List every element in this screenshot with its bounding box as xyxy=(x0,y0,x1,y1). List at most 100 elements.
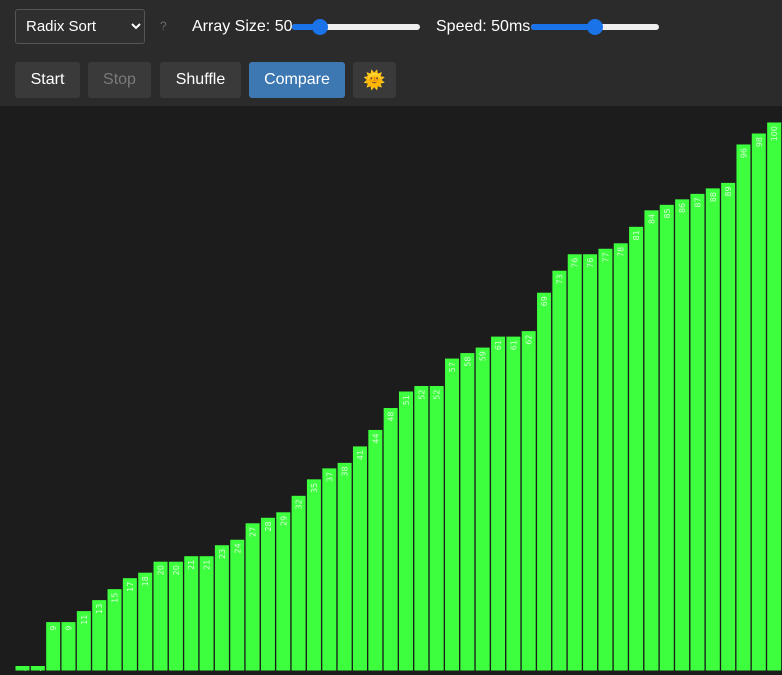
bar-value-label: 44 xyxy=(371,433,380,443)
bar xyxy=(735,143,752,672)
bar-value-label: 58 xyxy=(463,357,472,367)
bar xyxy=(367,428,384,672)
bar-value-label: 9 xyxy=(65,626,74,631)
bar-value-label: 38 xyxy=(341,466,350,476)
bar-value-label: 69 xyxy=(540,296,549,306)
bar xyxy=(474,346,491,672)
bar xyxy=(674,198,691,672)
bar-value-label: 84 xyxy=(647,214,656,224)
bar-value-label: 51 xyxy=(402,395,411,405)
speed-slider-fill xyxy=(531,24,595,30)
bar-value-label: 52 xyxy=(433,390,442,400)
stop-button[interactable]: Stop xyxy=(88,62,151,98)
bar xyxy=(689,192,706,672)
bar-value-label: 24 xyxy=(233,543,242,553)
bar xyxy=(520,330,537,672)
bar-value-label: 13 xyxy=(95,604,104,614)
bar xyxy=(244,522,261,672)
algorithm-select[interactable]: Radix Sort xyxy=(15,9,145,44)
start-button[interactable]: Start xyxy=(15,62,80,98)
bar-value-label: 98 xyxy=(755,137,764,147)
bar xyxy=(612,242,629,672)
bar xyxy=(213,544,230,672)
bar-value-label: 21 xyxy=(203,560,212,570)
bar xyxy=(229,538,246,672)
bar-value-label: 41 xyxy=(356,450,365,460)
array-size-slider[interactable] xyxy=(292,19,420,35)
bar xyxy=(505,335,522,672)
bar-value-label: 20 xyxy=(157,565,166,575)
array-size-label: Array Size: 50 xyxy=(192,18,293,35)
bar-value-label: 78 xyxy=(617,247,626,257)
theme-toggle-button[interactable]: 🌞 xyxy=(353,62,396,98)
bar xyxy=(658,203,675,672)
bar xyxy=(643,209,660,672)
bar-value-label: 61 xyxy=(494,340,503,350)
bar xyxy=(290,494,307,672)
bar-value-label: 81 xyxy=(632,230,641,240)
bar-value-label: 62 xyxy=(525,335,534,345)
bar xyxy=(398,390,414,672)
bar xyxy=(382,406,399,672)
bar xyxy=(551,269,568,672)
bar xyxy=(413,385,430,672)
bar xyxy=(490,335,507,672)
bar-chart: 1199111315171820202121232427282932353738… xyxy=(14,121,782,675)
bar-value-label: 59 xyxy=(479,351,488,361)
bar xyxy=(351,445,368,672)
bar-value-label: 86 xyxy=(678,203,687,213)
bar xyxy=(183,555,200,672)
bar-value-label: 21 xyxy=(187,560,196,570)
bar-value-label: 57 xyxy=(448,362,457,372)
bar-value-label: 89 xyxy=(724,186,733,196)
help-icon[interactable]: ? xyxy=(160,19,167,33)
bar xyxy=(536,291,553,672)
bar-value-label: 96 xyxy=(739,148,748,158)
bar xyxy=(566,253,583,672)
bar-value-label: 61 xyxy=(509,340,518,350)
bar xyxy=(336,461,353,672)
bar xyxy=(704,187,721,672)
bar-value-label: 52 xyxy=(417,390,426,400)
bar-value-label: 76 xyxy=(571,258,580,268)
bar-value-label: 73 xyxy=(555,274,564,284)
bar-value-label: 88 xyxy=(709,192,718,202)
bar-value-label: 29 xyxy=(279,516,288,526)
speed-slider[interactable] xyxy=(531,19,659,35)
bar-value-label: 87 xyxy=(693,197,702,207)
bar xyxy=(628,225,645,672)
bar xyxy=(167,560,184,672)
bar-value-label: 23 xyxy=(218,549,227,559)
bar xyxy=(459,352,476,672)
bar-value-label: 85 xyxy=(663,208,672,218)
bar xyxy=(259,516,276,672)
array-size-slider-thumb[interactable] xyxy=(312,19,329,35)
bar-value-label: 35 xyxy=(310,483,319,493)
bar xyxy=(152,560,169,672)
bar xyxy=(305,478,322,672)
bar-value-label: 11 xyxy=(80,615,89,625)
bar xyxy=(198,555,215,672)
speed-label: Speed: 50ms xyxy=(436,18,531,35)
bar-chart-area: 1199111315171820202121232427282932353738… xyxy=(0,106,782,675)
settings-row: Radix Sort ? Array Size: 50 Speed: 50ms xyxy=(15,9,775,45)
bar xyxy=(766,121,782,672)
bar-value-label: 32 xyxy=(295,499,304,509)
shuffle-button[interactable]: Shuffle xyxy=(160,62,241,98)
bar-value-label: 15 xyxy=(111,593,120,603)
bar xyxy=(275,511,292,672)
bar-value-label: 76 xyxy=(586,258,595,268)
compare-button[interactable]: Compare xyxy=(249,62,345,98)
action-row: Start Stop Shuffle Compare 🌞 xyxy=(15,62,775,98)
bar xyxy=(582,253,599,672)
bar-value-label: 9 xyxy=(49,626,58,631)
bar-value-label: 27 xyxy=(249,527,258,537)
bar-value-label: 100 xyxy=(770,126,779,141)
bar-value-label: 20 xyxy=(172,565,181,575)
speed-slider-thumb[interactable] xyxy=(587,19,603,35)
bar-value-label: 48 xyxy=(387,411,396,421)
bar xyxy=(321,467,338,672)
bar xyxy=(428,385,445,672)
bar-value-label: 18 xyxy=(141,576,150,586)
bar-value-label: 37 xyxy=(325,472,334,482)
